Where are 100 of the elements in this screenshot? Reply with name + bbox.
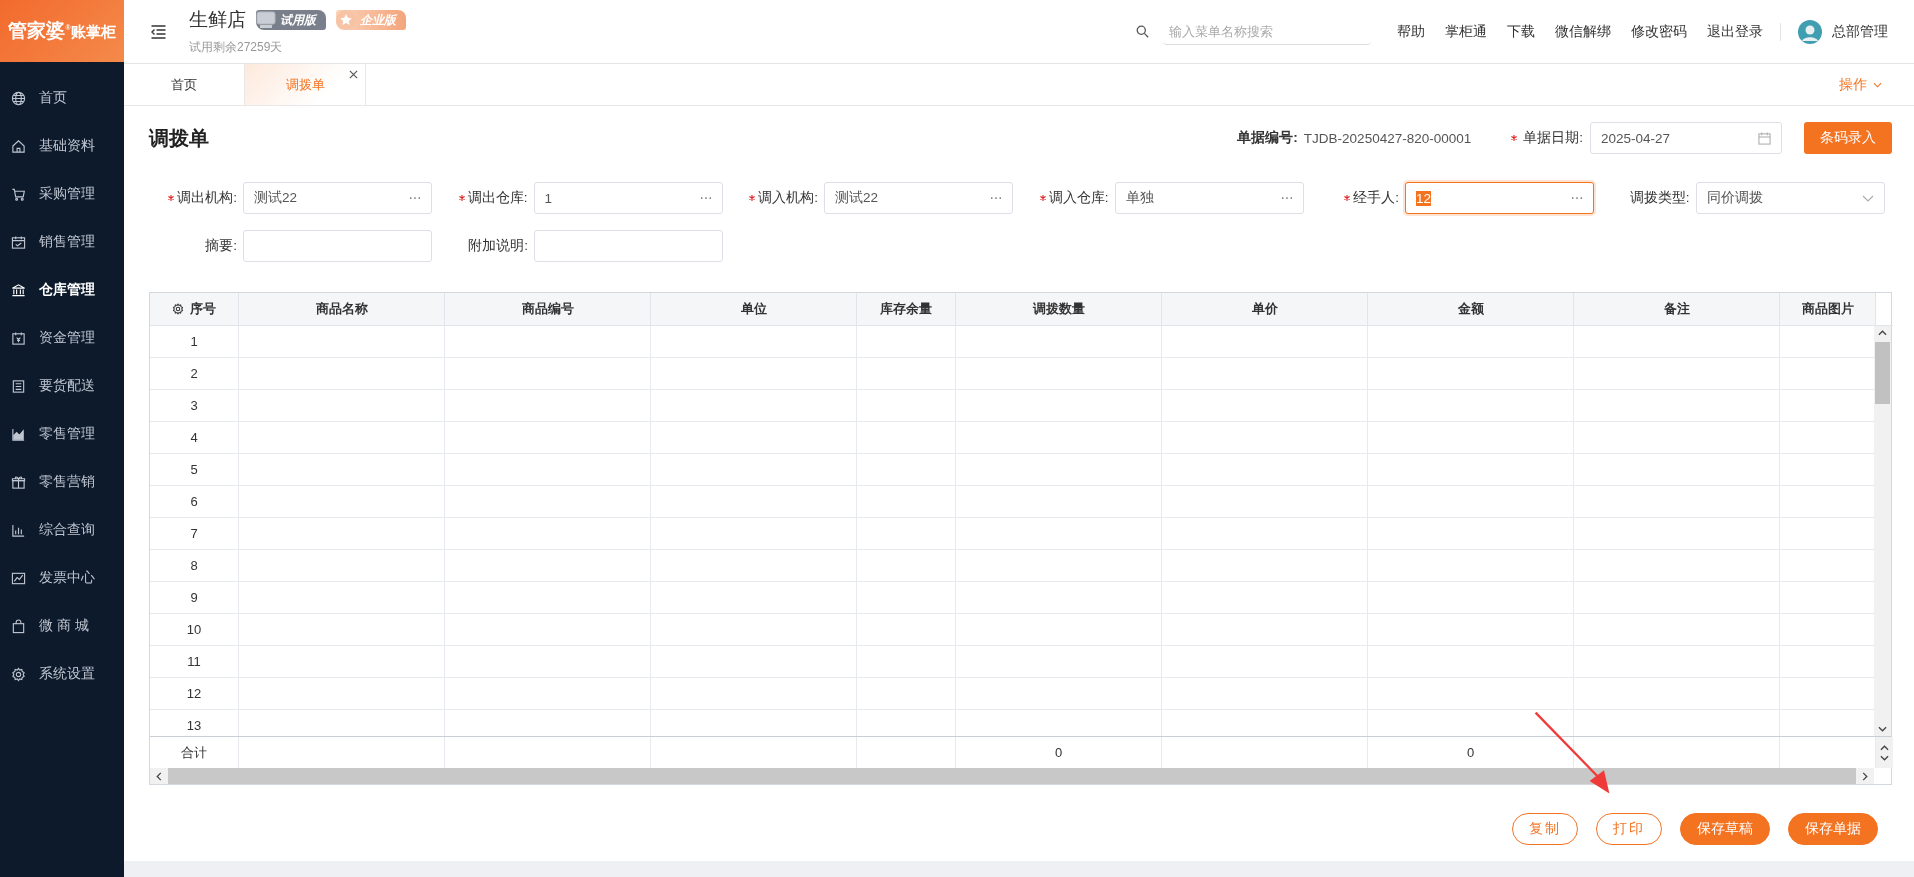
table-cell[interactable] bbox=[857, 422, 956, 454]
table-cell[interactable] bbox=[445, 454, 651, 486]
table-cell[interactable] bbox=[956, 518, 1162, 550]
table-cell[interactable] bbox=[1162, 486, 1368, 518]
table-cell[interactable] bbox=[1574, 358, 1780, 390]
table-cell[interactable] bbox=[857, 550, 956, 582]
table-cell[interactable] bbox=[445, 614, 651, 646]
table-cell[interactable] bbox=[857, 646, 956, 678]
table-cell[interactable] bbox=[651, 614, 857, 646]
sidebar-item[interactable]: 首页 bbox=[0, 74, 124, 122]
table-cell[interactable] bbox=[239, 582, 445, 614]
table-cell[interactable] bbox=[445, 390, 651, 422]
table-cell[interactable] bbox=[445, 646, 651, 678]
chevron-down-icon[interactable] bbox=[1878, 726, 1887, 732]
sidebar-item[interactable]: 发票中心 bbox=[0, 554, 124, 602]
table-cell[interactable] bbox=[445, 422, 651, 454]
table-cell[interactable] bbox=[239, 358, 445, 390]
table-cell[interactable] bbox=[857, 614, 956, 646]
table-cell[interactable] bbox=[1574, 646, 1780, 678]
sidebar-item[interactable]: 基础资料 bbox=[0, 122, 124, 170]
avatar[interactable] bbox=[1798, 19, 1822, 44]
table-cell[interactable] bbox=[1162, 358, 1368, 390]
scrollbar-thumb[interactable] bbox=[1875, 342, 1890, 404]
input-field[interactable] bbox=[534, 230, 723, 262]
more-icon[interactable] bbox=[1280, 196, 1293, 200]
picker-field[interactable]: 测试22 bbox=[824, 182, 1013, 214]
table-cell[interactable] bbox=[1162, 646, 1368, 678]
table-cell[interactable] bbox=[1162, 518, 1368, 550]
table-cell[interactable] bbox=[239, 518, 445, 550]
header-link[interactable]: 退出登录 bbox=[1707, 22, 1763, 41]
table-cell[interactable] bbox=[857, 390, 956, 422]
table-cell[interactable] bbox=[956, 326, 1162, 358]
sidebar-item[interactable]: 销售管理 bbox=[0, 218, 124, 266]
select-field[interactable]: 同价调拨 bbox=[1695, 182, 1885, 214]
table-cell[interactable] bbox=[445, 550, 651, 582]
table-cell[interactable] bbox=[239, 422, 445, 454]
table-cell[interactable] bbox=[239, 678, 445, 710]
table-cell[interactable] bbox=[445, 358, 651, 390]
table-cell[interactable] bbox=[651, 678, 857, 710]
table-cell[interactable] bbox=[1368, 358, 1574, 390]
sidebar-item[interactable]: 资金管理 bbox=[0, 314, 124, 362]
menu-icon[interactable] bbox=[150, 24, 167, 39]
table-cell[interactable] bbox=[239, 614, 445, 646]
table-cell[interactable] bbox=[239, 454, 445, 486]
table-cell[interactable] bbox=[956, 678, 1162, 710]
header-link[interactable]: 修改密码 bbox=[1631, 22, 1687, 41]
table-cell[interactable] bbox=[1162, 582, 1368, 614]
table-cell[interactable] bbox=[857, 454, 956, 486]
table-cell[interactable] bbox=[1574, 550, 1780, 582]
table-cell[interactable] bbox=[651, 358, 857, 390]
table-cell[interactable] bbox=[1368, 422, 1574, 454]
table-cell[interactable] bbox=[956, 358, 1162, 390]
more-icon[interactable] bbox=[699, 196, 712, 200]
close-icon[interactable] bbox=[349, 70, 358, 79]
picker-field[interactable]: 1 bbox=[533, 182, 723, 214]
table-cell[interactable] bbox=[651, 582, 857, 614]
table-cell[interactable] bbox=[239, 390, 445, 422]
date-field[interactable]: 2025-04-27 bbox=[1590, 122, 1782, 154]
table-cell[interactable] bbox=[1574, 678, 1780, 710]
header-link[interactable]: 下载 bbox=[1507, 22, 1535, 41]
chevron-down-icon[interactable] bbox=[1880, 754, 1889, 761]
table-cell[interactable] bbox=[1162, 326, 1368, 358]
table-cell[interactable] bbox=[651, 646, 857, 678]
chevron-left-icon[interactable] bbox=[156, 771, 162, 781]
table-cell[interactable] bbox=[1574, 518, 1780, 550]
table-cell[interactable] bbox=[651, 326, 857, 358]
table-cell[interactable] bbox=[1574, 454, 1780, 486]
table-cell[interactable] bbox=[445, 326, 651, 358]
chevron-up-icon[interactable] bbox=[1878, 330, 1887, 336]
table-cell[interactable] bbox=[956, 422, 1162, 454]
sidebar-item[interactable]: 系统设置 bbox=[0, 650, 124, 698]
table-cell[interactable] bbox=[1368, 486, 1574, 518]
vertical-scrollbar[interactable] bbox=[1874, 326, 1891, 736]
table-cell[interactable] bbox=[1368, 326, 1574, 358]
table-cell[interactable] bbox=[1162, 550, 1368, 582]
table-cell[interactable] bbox=[445, 486, 651, 518]
input-field[interactable] bbox=[243, 230, 432, 262]
header-link[interactable]: 掌柜通 bbox=[1445, 22, 1487, 41]
table-cell[interactable] bbox=[651, 550, 857, 582]
sidebar-item[interactable]: 零售管理 bbox=[0, 410, 124, 458]
table-cell[interactable] bbox=[1368, 582, 1574, 614]
table-cell[interactable] bbox=[445, 518, 651, 550]
sidebar-item[interactable]: 采购管理 bbox=[0, 170, 124, 218]
table-cell[interactable] bbox=[956, 550, 1162, 582]
table-cell[interactable] bbox=[1162, 614, 1368, 646]
more-icon[interactable] bbox=[1571, 196, 1583, 200]
table-cell[interactable] bbox=[445, 678, 651, 710]
sidebar-item[interactable]: 零售营销 bbox=[0, 458, 124, 506]
table-cell[interactable] bbox=[1368, 454, 1574, 486]
table-cell[interactable] bbox=[651, 422, 857, 454]
table-cell[interactable] bbox=[239, 486, 445, 518]
user-name[interactable]: 总部管理 bbox=[1832, 22, 1888, 41]
table-cell[interactable] bbox=[956, 454, 1162, 486]
header-link[interactable]: 微信解绑 bbox=[1555, 22, 1611, 41]
sidebar-item[interactable]: 微 商 城 bbox=[0, 602, 124, 650]
table-cell[interactable] bbox=[1574, 422, 1780, 454]
sidebar-item[interactable]: 综合查询 bbox=[0, 506, 124, 554]
table-cell[interactable] bbox=[1162, 422, 1368, 454]
table-cell[interactable] bbox=[1368, 614, 1574, 646]
header-link[interactable]: 帮助 bbox=[1397, 22, 1425, 41]
